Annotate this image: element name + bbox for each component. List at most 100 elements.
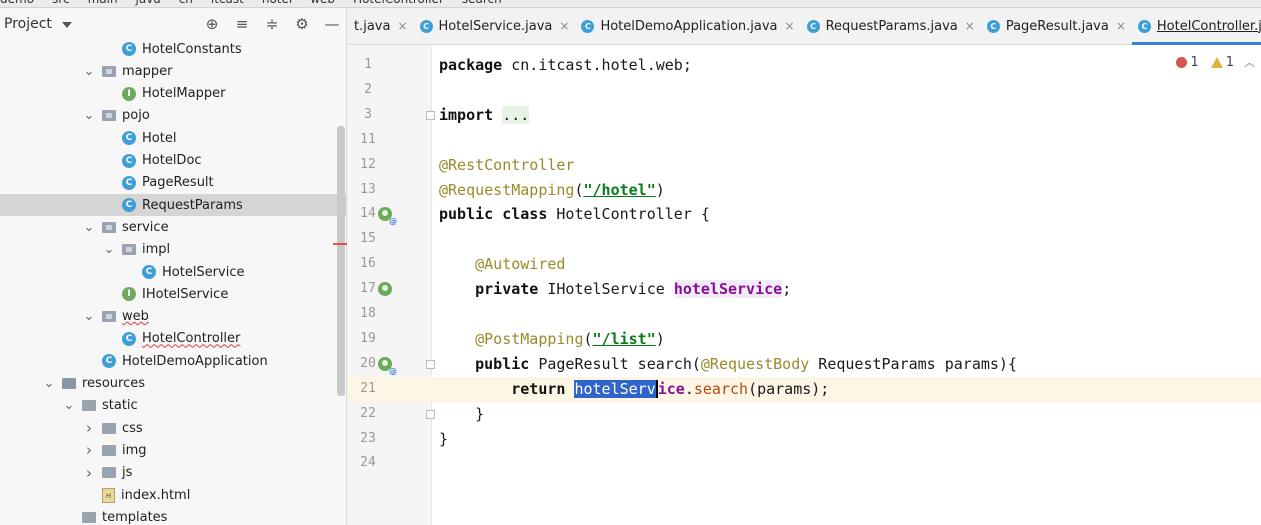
chevron-right-icon[interactable]: › xyxy=(84,464,94,482)
breadcrumb-item[interactable]: search xyxy=(462,0,502,6)
code-area[interactable]: package cn.itcast.hotel.web; import ... @R… xyxy=(432,45,1261,525)
error-stripe-mark xyxy=(333,243,347,245)
expand-all-icon[interactable]: ≡ xyxy=(227,8,257,40)
chevron-up-icon[interactable]: ︿ xyxy=(1244,54,1255,70)
tree-item-web[interactable]: ⌄ web xyxy=(0,306,347,328)
tree-item-service[interactable]: ⌄ service xyxy=(0,216,347,238)
interface-icon: I xyxy=(122,287,136,302)
tree-item-ihotelservice[interactable]: I IHotelService xyxy=(0,283,347,305)
close-icon[interactable]: × xyxy=(1116,19,1126,33)
inspection-widget[interactable]: 1 1 ︿ xyxy=(1176,54,1255,70)
breadcrumb-item[interactable]: demo xyxy=(0,0,34,6)
tree-item-resources[interactable]: ⌄ resources xyxy=(0,373,347,395)
package-icon xyxy=(102,311,116,323)
collapse-all-icon[interactable]: ≑ xyxy=(257,8,287,40)
code-line[interactable]: @RestController xyxy=(439,153,574,178)
tree-item-label: web xyxy=(122,309,149,325)
project-view-selector[interactable]: Project xyxy=(4,16,52,32)
code-line[interactable]: private IHotelService hotelService; xyxy=(439,277,791,302)
chevron-down-icon[interactable]: ⌄ xyxy=(84,64,95,79)
line-number: 24 xyxy=(360,455,376,471)
code-line[interactable]: @Autowired xyxy=(439,252,565,277)
tab-t-java[interactable]: t.java × xyxy=(348,8,414,45)
tree-item-label: RequestParams xyxy=(142,197,243,213)
project-panel: Project ⊕ ≡ ≑ ⚙ — C HotelConstants ⌄ mapper… xyxy=(0,8,347,525)
code-line[interactable]: } xyxy=(439,427,448,452)
chevron-right-icon[interactable]: › xyxy=(84,441,94,459)
breadcrumb-item[interactable]: hotel xyxy=(262,0,292,6)
spring-bean-icon[interactable] xyxy=(378,207,397,226)
tree-item-img[interactable]: › img xyxy=(0,439,347,461)
tree-item-hotelconstants[interactable]: C HotelConstants xyxy=(0,38,347,60)
breadcrumb-item[interactable]: HotelController xyxy=(353,0,444,6)
code-line[interactable]: return hotelServ ice.search(params); xyxy=(439,377,829,402)
code-line[interactable]: public class HotelController { xyxy=(439,202,710,227)
tree-item-index-html[interactable]: Hindex.html xyxy=(0,484,347,506)
tree-item-label: HotelConstants xyxy=(142,41,242,57)
tree-item-label: IHotelService xyxy=(142,286,229,302)
class-icon: C xyxy=(122,175,136,190)
tab-pageresult-java[interactable]: C PageResult.java × xyxy=(981,8,1132,45)
tab-label: HotelController.java xyxy=(1156,18,1261,34)
tree-item-hoteldemoapplication[interactable]: C HotelDemoApplication xyxy=(0,350,347,372)
chevron-down-icon[interactable]: ⌄ xyxy=(64,398,75,413)
close-icon[interactable]: × xyxy=(785,19,795,33)
project-scrollbar[interactable] xyxy=(337,126,345,396)
error-icon xyxy=(1176,56,1188,68)
close-icon[interactable]: × xyxy=(397,19,407,33)
code-line[interactable]: import ... xyxy=(439,103,530,128)
chevron-down-icon[interactable]: ⌄ xyxy=(104,242,115,257)
hide-panel-icon[interactable]: — xyxy=(317,8,347,40)
class-icon: C xyxy=(1137,19,1151,33)
tree-item-hotel[interactable]: C Hotel xyxy=(0,127,347,149)
code-line[interactable]: } xyxy=(439,402,484,427)
folder-icon xyxy=(102,422,116,434)
tab-hotelcontroller-java[interactable]: CHotelController.java× xyxy=(1131,8,1261,45)
breadcrumb-item[interactable]: web xyxy=(310,0,335,6)
breadcrumb-item[interactable]: src xyxy=(52,0,70,6)
tree-item-pageresult[interactable]: C PageResult xyxy=(0,172,347,194)
tree-item-hoteldoc[interactable]: C HotelDoc xyxy=(0,150,347,172)
chevron-down-icon[interactable]: ⌄ xyxy=(84,220,95,235)
tree-item-css[interactable]: › css xyxy=(0,417,347,439)
tree-item-label: HotelMapper xyxy=(142,86,226,102)
breadcrumb-item[interactable]: java xyxy=(136,0,161,6)
spring-bean-icon[interactable] xyxy=(378,282,392,297)
chevron-down-icon[interactable]: ⌄ xyxy=(84,309,95,324)
package-icon xyxy=(102,65,116,77)
gear-icon[interactable]: ⚙ xyxy=(287,8,317,40)
chevron-down-icon[interactable] xyxy=(61,22,72,28)
code-line[interactable]: package cn.itcast.hotel.web; xyxy=(439,53,692,78)
tree-item-templates[interactable]: templates xyxy=(0,506,347,525)
tree-item-js[interactable]: › js xyxy=(0,462,347,484)
chevron-down-icon[interactable]: ⌄ xyxy=(44,376,55,391)
tree-item-label: Hotel xyxy=(142,130,177,146)
close-icon[interactable]: × xyxy=(559,19,569,33)
code-line[interactable]: @PostMapping("/list") xyxy=(439,327,665,352)
close-icon[interactable]: × xyxy=(965,19,975,33)
line-number: 15 xyxy=(360,231,376,247)
tree-item-requestparams[interactable]: C RequestParams xyxy=(0,194,347,217)
tree-item-mapper[interactable]: ⌄ mapper xyxy=(0,60,347,82)
tree-item-label: service xyxy=(122,219,169,235)
code-line[interactable]: public PageResult search(@RequestBody Re… xyxy=(439,352,1017,377)
line-number: 2 xyxy=(364,81,372,97)
breadcrumb-item[interactable]: itcast xyxy=(211,0,244,6)
tab-hotelservice-java[interactable]: C HotelService.java × xyxy=(414,8,576,45)
tab-requestparams-java[interactable]: C RequestParams.java × xyxy=(801,8,981,45)
tree-item-static[interactable]: ⌄ static xyxy=(0,395,347,417)
code-line[interactable]: @RequestMapping("/hotel") xyxy=(439,178,665,203)
tree-item-hotelmapper[interactable]: I HotelMapper xyxy=(0,83,347,105)
tree-item-impl[interactable]: ⌄ impl xyxy=(0,239,347,261)
chevron-right-icon[interactable]: › xyxy=(84,419,94,437)
breadcrumb-item[interactable]: cn xyxy=(179,0,193,6)
tree-item-hotelservice[interactable]: C HotelService xyxy=(0,261,347,283)
tab-hoteldemoapplication-java[interactable]: C HotelDemoApplication.java × xyxy=(575,8,800,45)
tab-label: PageResult.java xyxy=(1005,18,1109,34)
tree-item-pojo[interactable]: ⌄ pojo xyxy=(0,105,347,127)
locate-file-icon[interactable]: ⊕ xyxy=(197,8,227,40)
tree-item-hotelcontroller[interactable]: C HotelController xyxy=(0,328,347,350)
breadcrumb-item[interactable]: main xyxy=(88,0,118,6)
spring-bean-icon[interactable] xyxy=(378,356,397,376)
chevron-down-icon[interactable]: ⌄ xyxy=(84,108,95,123)
